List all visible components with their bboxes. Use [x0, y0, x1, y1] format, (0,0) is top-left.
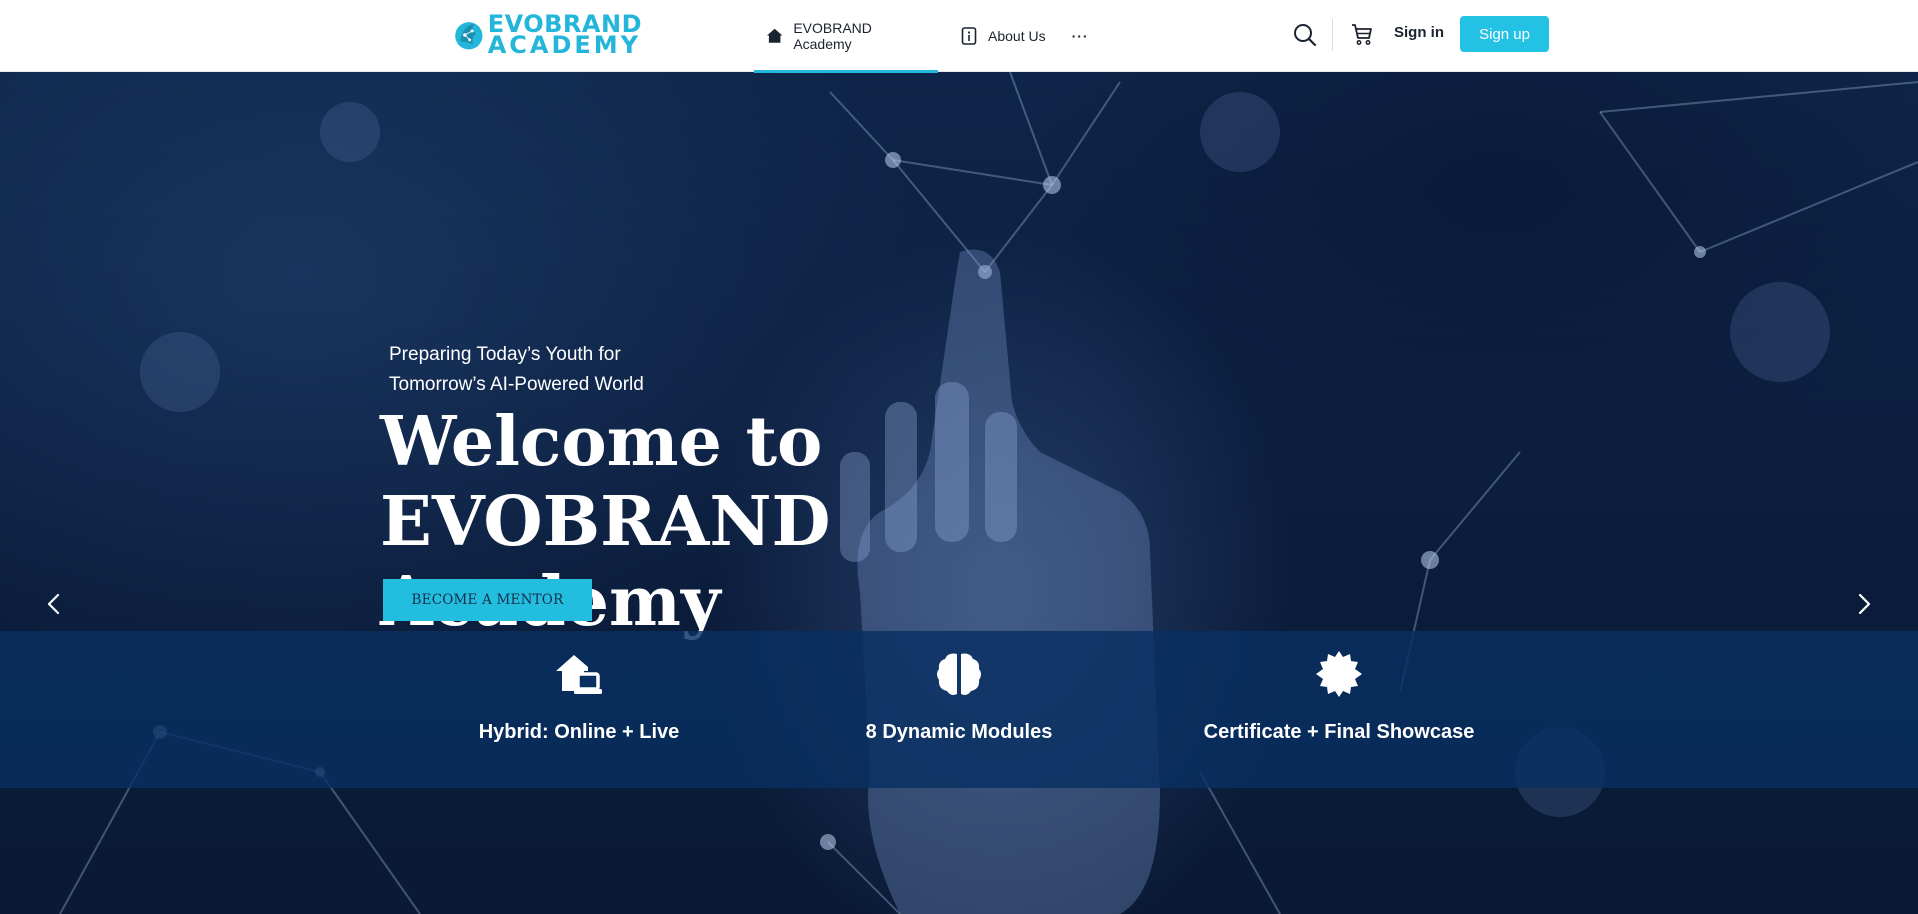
- nav-item-about-us[interactable]: About Us: [948, 0, 1058, 72]
- slider-prev-button[interactable]: [40, 590, 68, 618]
- nav-item-evobrand-academy[interactable]: EVOBRAND Academy: [754, 0, 938, 73]
- home-laptop-icon: [556, 655, 602, 694]
- cart-icon[interactable]: [1350, 21, 1374, 47]
- feature-label: Hybrid: Online + Live: [478, 721, 680, 743]
- brain-icon: [937, 653, 981, 695]
- nav-more-menu[interactable]: ···: [1058, 0, 1103, 72]
- certificate-badge-icon: [1316, 651, 1362, 697]
- become-a-mentor-button[interactable]: BECOME A MENTOR: [383, 579, 592, 621]
- sign-in-link[interactable]: Sign in: [1394, 24, 1444, 41]
- info-icon: [961, 27, 977, 45]
- brand-logo[interactable]: EVOBRAND ACADEMY: [452, 12, 642, 58]
- logo-mark-icon: [455, 22, 483, 50]
- main-nav: EVOBRAND Academy About Us ···: [754, 0, 1103, 73]
- feature-modules: 8 Dynamic Modules: [809, 631, 1109, 788]
- feature-label: 8 Dynamic Modules: [865, 721, 1053, 743]
- slider-next-button[interactable]: [1850, 590, 1878, 618]
- feature-label: Certificate + Final Showcase: [1203, 721, 1475, 743]
- chevron-right-icon: [1858, 593, 1871, 615]
- site-header: EVOBRAND ACADEMY EVOBRAND Academy About …: [0, 0, 1918, 73]
- hero-tagline-line2: Tomorrow’s AI-Powered World: [389, 374, 644, 395]
- nav-label: EVOBRAND Academy: [793, 20, 872, 52]
- nav-label: About Us: [988, 28, 1046, 44]
- header-divider: [1332, 19, 1333, 51]
- features-band: Hybrid: Online + Live 8 Dynamic Modules …: [0, 631, 1918, 788]
- chevron-left-icon: [47, 593, 60, 615]
- hero-headline-line1: Welcome to: [380, 402, 823, 482]
- hero-tagline-line1: Preparing Today’s Youth for: [389, 344, 621, 365]
- home-icon: [766, 28, 783, 43]
- logo-wordmark: EVOBRAND ACADEMY: [487, 12, 642, 59]
- feature-certificate: Certificate + Final Showcase: [1189, 631, 1489, 788]
- search-icon[interactable]: [1292, 22, 1318, 48]
- hero-tagline: Preparing Today’s Youth for Tomorrow’s A…: [389, 340, 709, 400]
- sign-up-button[interactable]: Sign up: [1460, 16, 1549, 52]
- logo-line2: ACADEMY: [487, 31, 642, 59]
- feature-hybrid: Hybrid: Online + Live: [429, 631, 729, 788]
